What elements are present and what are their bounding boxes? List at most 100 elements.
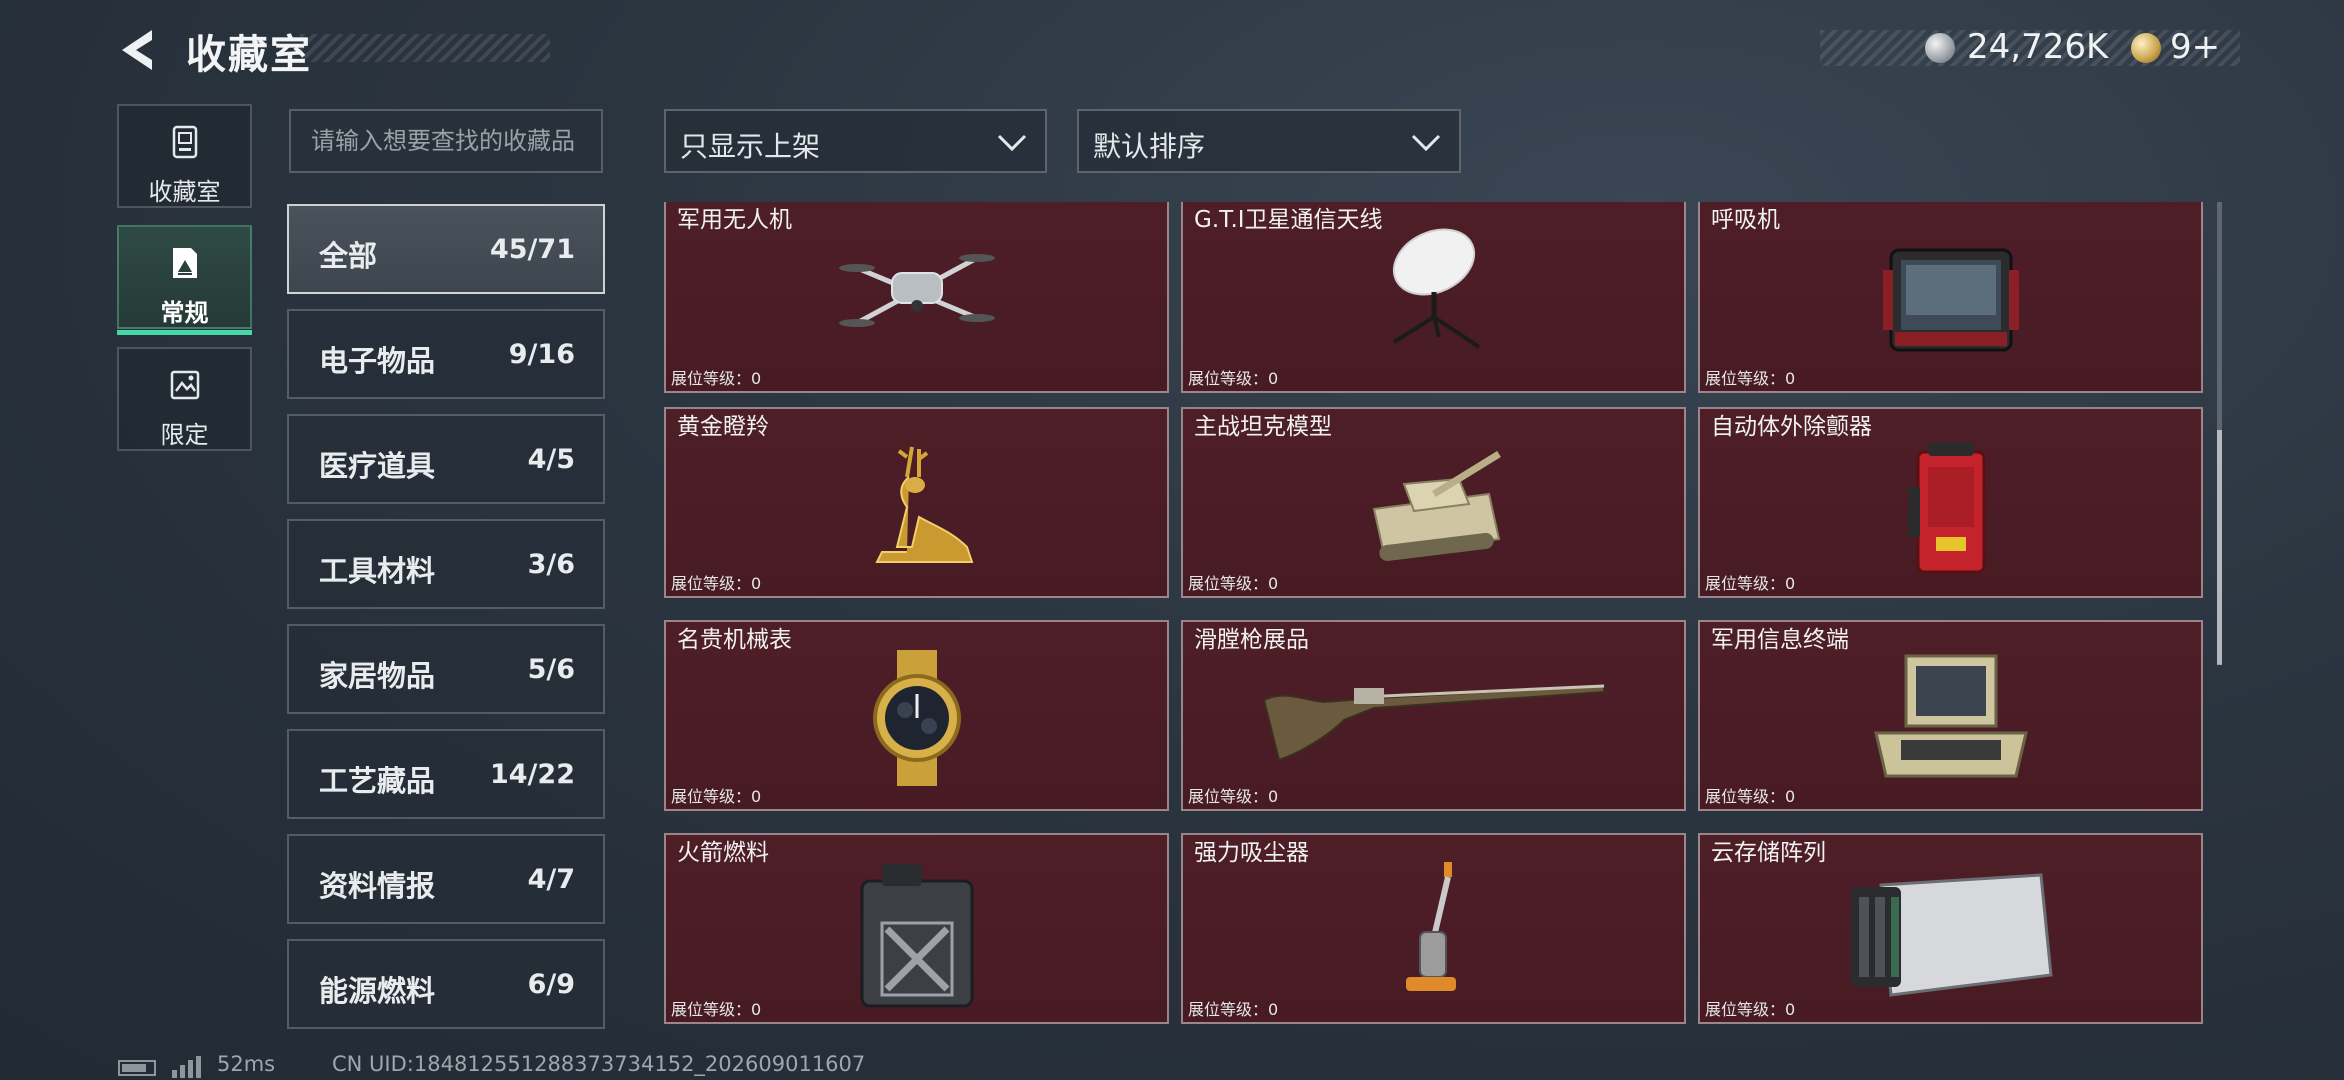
item-name: 强力吸尘器: [1194, 840, 1309, 866]
item-name: 主战坦克模型: [1194, 414, 1332, 440]
side-tab-label: 限定: [160, 421, 209, 449]
item-name: 云存储阵列: [1711, 840, 1826, 866]
display-filter-dropdown[interactable]: 只显示上架: [664, 109, 1047, 173]
currency-secondary-value: 9+: [2170, 27, 2221, 67]
collection-grid: 军用无人机 展位等级：0 G.T.I卫星通信天线 展位等级：0 呼吸机 展位等级…: [662, 202, 2207, 1032]
item-name: 军用无人机: [677, 207, 792, 233]
item-card[interactable]: 军用无人机 展位等级：0: [664, 202, 1169, 393]
item-level: 展位等级：0: [1188, 787, 1279, 806]
uid-text: CN UID:1848125512883737341​52_2026090116…: [332, 1052, 866, 1076]
item-card[interactable]: 黄金瞪羚 展位等级：0: [664, 407, 1169, 598]
item-level: 展位等级：0: [1705, 574, 1796, 593]
category-count: 5/6: [527, 654, 575, 685]
regular-collection-icon: [172, 248, 197, 278]
category-name: 家居物品: [319, 659, 436, 693]
vacuum-icon: [1405, 862, 1456, 991]
musket-icon: [1262, 684, 1605, 762]
ventilator-icon: [1882, 248, 2019, 352]
sort-value: 默认排序: [1093, 130, 1206, 163]
watch-icon: [872, 650, 961, 786]
category-count: 9/16: [508, 339, 575, 370]
category-count: 4/5: [527, 444, 575, 475]
item-name: 军用信息终端: [1711, 627, 1849, 653]
category-name: 电子物品: [319, 344, 436, 378]
storage-array-icon: [1850, 873, 2053, 997]
chevron-down-icon: [1411, 134, 1441, 152]
item-name: 黄金瞪羚: [677, 414, 769, 440]
category-all[interactable]: 全部 45/71: [287, 204, 605, 294]
drone-icon: [838, 254, 995, 327]
category-name: 工艺藏品: [319, 764, 436, 798]
item-card[interactable]: 强力吸尘器 展位等级：0: [1181, 833, 1686, 1024]
search-input[interactable]: [291, 111, 601, 171]
item-card[interactable]: 军用信息终端 展位等级：0: [1698, 620, 2203, 811]
chevron-down-icon: [997, 134, 1027, 152]
category-count: 4/7: [527, 864, 575, 895]
tank-model-icon: [1372, 451, 1501, 561]
silver-coin-icon: [1925, 33, 1955, 63]
category-electronics[interactable]: 电子物品 9/16: [287, 309, 605, 399]
category-tools[interactable]: 工具材料 3/6: [287, 519, 605, 609]
item-level: 展位等级：0: [671, 787, 762, 806]
satellite-dish-icon: [1392, 228, 1480, 349]
side-tab-vault[interactable]: 收藏室: [117, 104, 252, 208]
category-count: 3/6: [527, 549, 575, 580]
info-terminal-icon: [1873, 654, 2028, 778]
category-name: 资料情报: [319, 869, 436, 903]
back-button[interactable]: [112, 24, 164, 76]
item-level: 展位等级：0: [1705, 1000, 1796, 1019]
category-fuel[interactable]: 能源燃料 6/9: [287, 939, 605, 1029]
item-name: 呼吸机: [1711, 207, 1780, 233]
category-count: 14/22: [489, 759, 575, 790]
category-name: 能源燃料: [319, 974, 436, 1008]
item-level: 展位等级：0: [1705, 369, 1796, 388]
battery-icon: [118, 1060, 156, 1076]
signal-icon: [172, 1056, 201, 1078]
currency-primary-value: 24,726K: [1967, 27, 2109, 67]
grid-scroll-thumb[interactable]: [2217, 430, 2222, 665]
category-intel[interactable]: 资料情报 4/7: [287, 834, 605, 924]
display-filter-value: 只显示上架: [680, 130, 821, 163]
category-crafts[interactable]: 工艺藏品 14/22: [287, 729, 605, 819]
item-name: 火箭燃料: [677, 840, 769, 866]
item-level: 展位等级：0: [1188, 1000, 1279, 1019]
item-name: 滑膛枪展品: [1194, 627, 1309, 653]
category-name: 工具材料: [319, 554, 436, 588]
item-level: 展位等级：0: [671, 1000, 762, 1019]
sort-dropdown[interactable]: 默认排序: [1077, 109, 1461, 173]
side-tab-regular[interactable]: 常规: [117, 225, 252, 335]
item-name: 自动体外除颤器: [1711, 414, 1872, 440]
item-card[interactable]: 呼吸机 展位等级：0: [1698, 202, 2203, 393]
back-arrow-icon: [122, 30, 152, 70]
item-card[interactable]: 火箭燃料 展位等级：0: [664, 833, 1169, 1024]
vault-icon: [172, 125, 197, 159]
item-card[interactable]: 自动体外除颤器 展位等级：0: [1698, 407, 2203, 598]
page-title: 收藏室: [186, 32, 312, 78]
item-card[interactable]: 云存储阵列 展位等级：0: [1698, 833, 2203, 1024]
item-level: 展位等级：0: [1705, 787, 1796, 806]
fuel-canister-icon: [860, 864, 973, 1008]
item-card[interactable]: 滑膛枪展品 展位等级：0: [1181, 620, 1686, 811]
item-card[interactable]: 名贵机械表 展位等级：0: [664, 620, 1169, 811]
side-tab-label: 常规: [160, 299, 209, 327]
limited-collection-icon: [170, 370, 199, 400]
item-name: G.T.I卫星通信天线: [1194, 207, 1383, 233]
category-count: 45/71: [489, 234, 575, 265]
item-level: 展位等级：0: [671, 574, 762, 593]
item-level: 展位等级：0: [1188, 574, 1279, 593]
item-name: 名贵机械表: [677, 627, 792, 653]
category-count: 6/9: [527, 969, 575, 1000]
category-medical[interactable]: 医疗道具 4/5: [287, 414, 605, 504]
gold-coin-icon: [2131, 33, 2161, 63]
item-card[interactable]: 主战坦克模型 展位等级：0: [1181, 407, 1686, 598]
ping-value: 52ms: [217, 1052, 276, 1076]
item-level: 展位等级：0: [671, 369, 762, 388]
defibrillator-icon: [1907, 442, 1985, 574]
item-card[interactable]: G.T.I卫星通信天线 展位等级：0: [1181, 202, 1686, 393]
search-box[interactable]: [289, 109, 603, 173]
category-household[interactable]: 家居物品 5/6: [287, 624, 605, 714]
golden-gazelle-icon: [874, 446, 973, 563]
category-name: 医疗道具: [319, 449, 436, 483]
category-name: 全部: [319, 239, 378, 273]
side-tab-limited[interactable]: 限定: [117, 347, 252, 451]
